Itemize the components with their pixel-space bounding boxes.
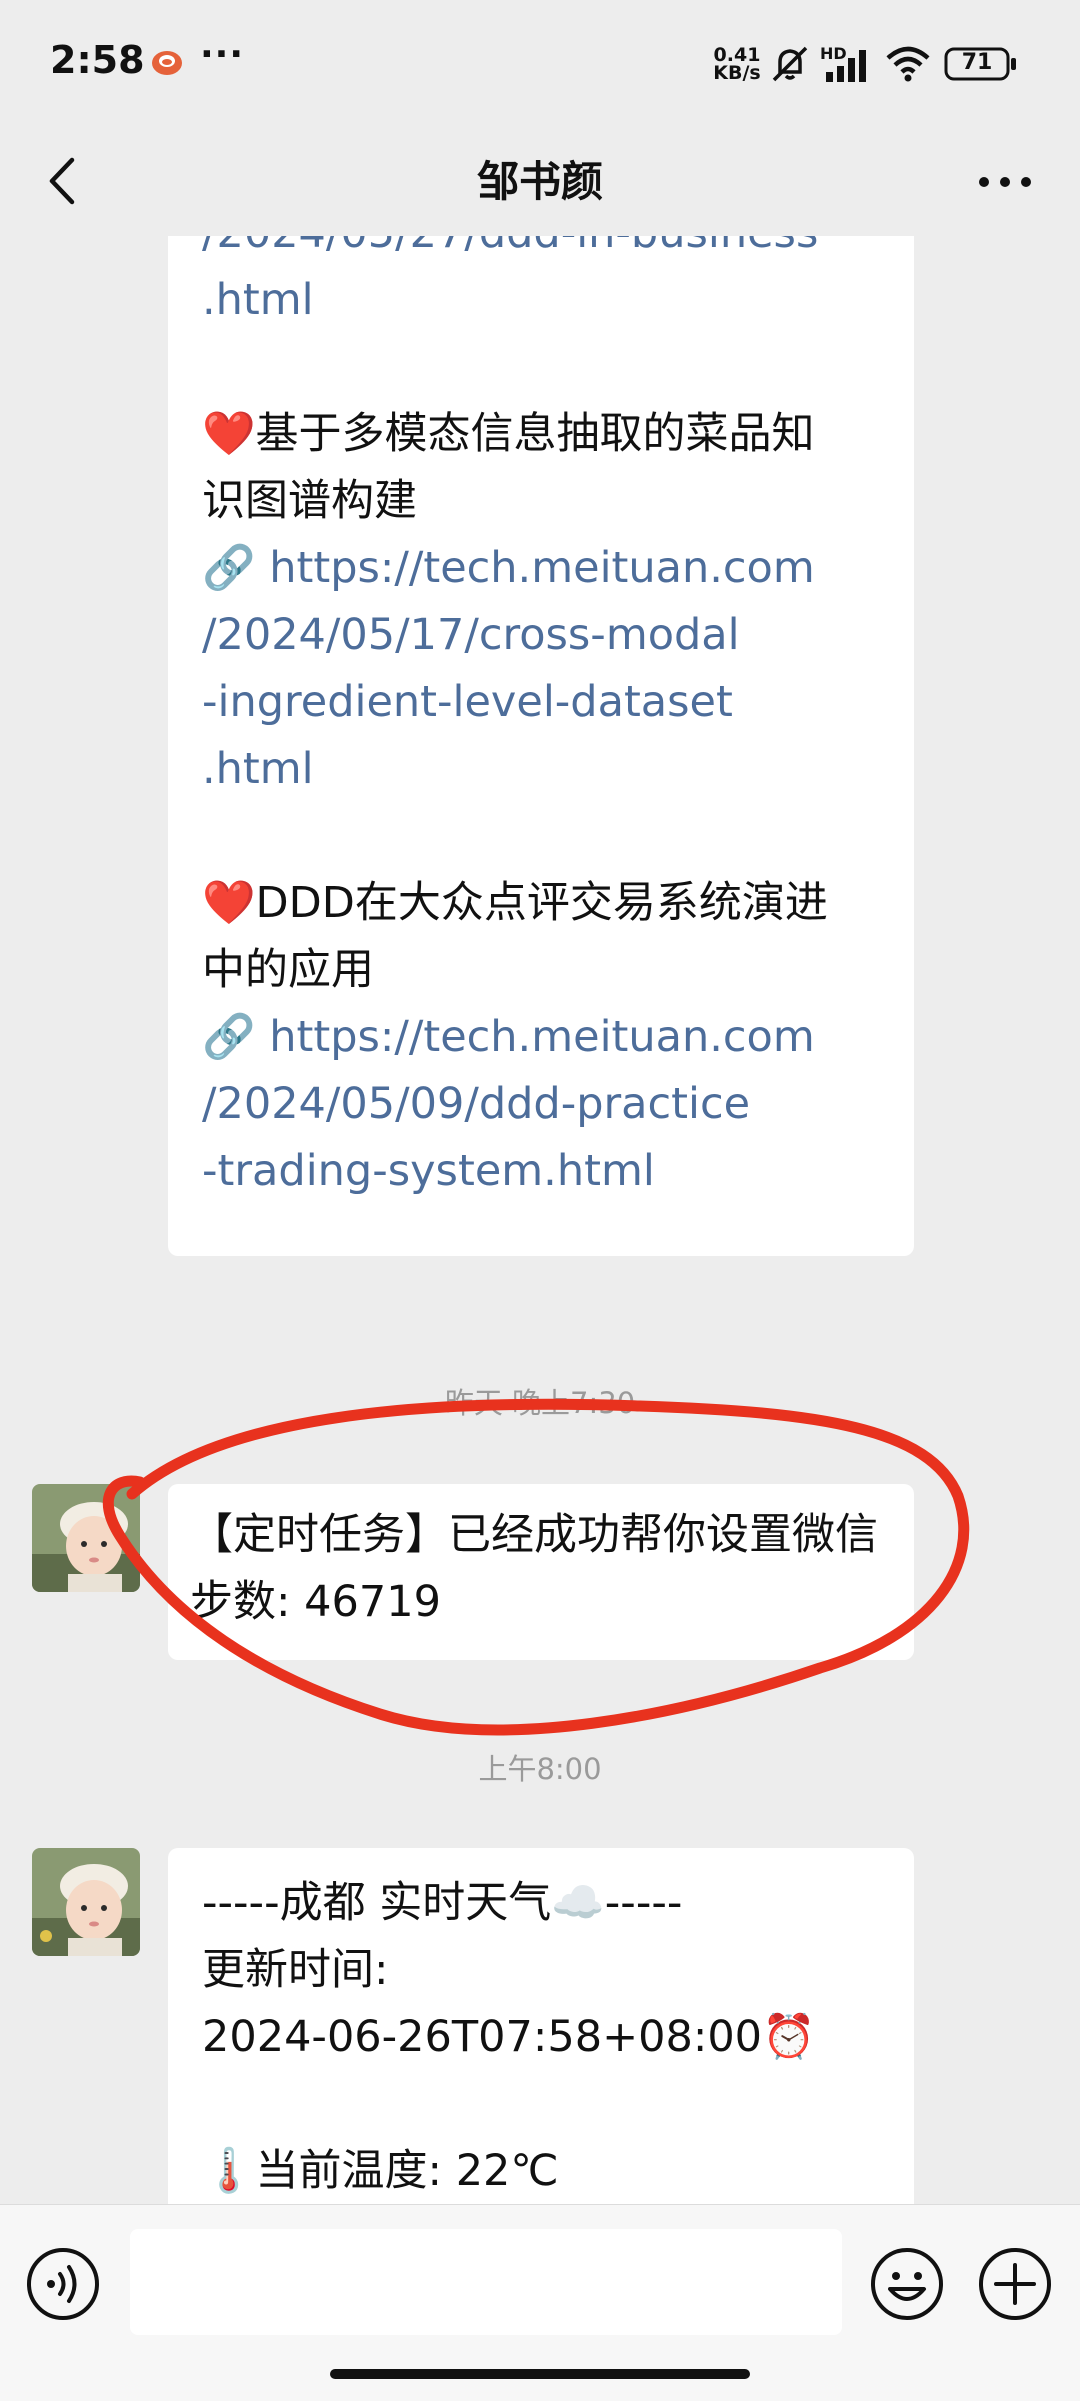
article2-title: 识图谱构建 <box>202 476 417 526</box>
article1-link-line[interactable]: .html <box>202 267 880 334</box>
more-functions-plus-button[interactable] <box>976 2245 1054 2323</box>
article3-url[interactable]: /2024/05/09/ddd-practice <box>202 1071 880 1138</box>
wifi-icon <box>886 46 930 82</box>
message-text-input[interactable] <box>130 2229 842 2335</box>
article2-url[interactable]: .html <box>202 736 880 803</box>
sender-avatar[interactable] <box>32 1848 140 1956</box>
weather-header: -----成都 实时天气☁️----- <box>202 1878 683 1928</box>
app-notification-icon <box>152 51 182 75</box>
emoji-button[interactable] <box>868 2245 946 2323</box>
article2-url[interactable]: /2024/05/17/cross-modal <box>202 602 880 669</box>
status-bar: 2:58 ··· 0.41 KB/s HD 71 <box>0 0 1080 128</box>
message-bubble-weather[interactable]: -----成都 实时天气☁️----- 更新时间: 2024-06-26T07:… <box>168 1848 914 2204</box>
link-icon: 🔗 <box>202 1012 256 1062</box>
weather-update-label: 更新时间: <box>202 1945 389 1995</box>
chat-title: 邹书颜 <box>476 157 603 206</box>
message-text: 【定时任务】已经成功帮你设置微信 <box>190 1510 878 1560</box>
weather-temperature: 🌡️当前温度: 22℃ <box>202 2146 559 2196</box>
status-time: 2:58 <box>50 38 145 82</box>
article3-url[interactable]: -trading-system.html <box>202 1138 880 1205</box>
article3-link[interactable]: 🔗 https://tech.meituan.com <box>202 1004 880 1071</box>
weather-update-time: 2024-06-26T07:58+08:00⏰ <box>202 2012 816 2062</box>
message-text: 步数: 46719 <box>190 1577 441 1627</box>
home-indicator[interactable] <box>330 2369 750 2379</box>
more-options-button[interactable] <box>970 154 1040 210</box>
mute-icon <box>772 46 808 82</box>
sender-avatar[interactable] <box>32 1484 140 1592</box>
heart-icon: ❤️ <box>202 878 256 928</box>
article2-title-text: 基于多模态信息抽取的菜品知 <box>255 409 815 459</box>
status-more-icon: ··· <box>200 34 245 75</box>
message-timestamp: 上午8:00 <box>478 1752 602 1786</box>
article3-title-text: DDD在大众点评交易系统演进 <box>255 878 828 928</box>
network-speed: 0.41 KB/s <box>712 46 762 84</box>
article2-url[interactable]: https://tech.meituan.com <box>256 543 815 593</box>
message-bubble-scheduled-task[interactable]: 【定时任务】已经成功帮你设置微信 步数: 46719 <box>168 1484 914 1660</box>
battery-level: 71 <box>961 50 993 75</box>
article2-title: ❤️基于多模态信息抽取的菜品知 <box>202 401 880 468</box>
article2-link[interactable]: 🔗 https://tech.meituan.com <box>202 535 880 602</box>
article3-url[interactable]: https://tech.meituan.com <box>256 1012 815 1062</box>
article3-title: ❤️DDD在大众点评交易系统演进 <box>202 870 880 937</box>
article3-title: 中的应用 <box>202 945 374 995</box>
article1-link-line[interactable]: /2024/05/27/ddd-in-business <box>202 236 880 267</box>
chat-message-list[interactable]: /2024/05/27/ddd-in-business .html ❤️基于多模… <box>0 236 1080 2204</box>
network-speed-unit: KB/s <box>713 62 761 84</box>
back-button[interactable] <box>36 146 96 216</box>
cellular-signal-icon <box>826 50 866 82</box>
message-timestamp: 昨天 晚上7:30 <box>444 1386 636 1420</box>
voice-input-button[interactable] <box>24 2245 102 2323</box>
message-bubble-articles[interactable]: /2024/05/27/ddd-in-business .html ❤️基于多模… <box>168 236 914 1256</box>
article2-url[interactable]: -ingredient-level-dataset <box>202 669 880 736</box>
chat-header: 邹书颜 <box>0 128 1080 236</box>
link-icon: 🔗 <box>202 543 256 593</box>
heart-icon: ❤️ <box>202 409 256 459</box>
